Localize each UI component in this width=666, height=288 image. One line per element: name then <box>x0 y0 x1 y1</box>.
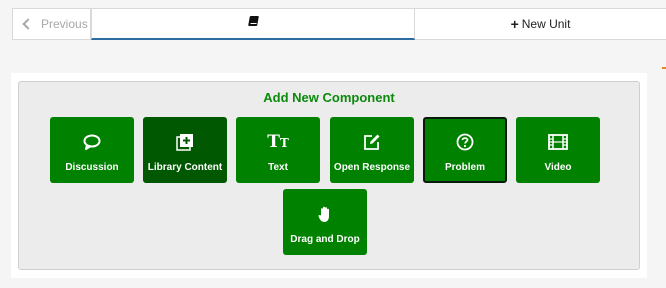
film-icon <box>548 127 568 157</box>
text-button[interactable]: TT Text <box>236 117 320 183</box>
discussion-button[interactable]: Discussion <box>50 117 134 183</box>
add-component-panel: Add New Component Discussion Library Con… <box>18 81 640 270</box>
plus-icon: + <box>510 15 519 32</box>
panel-title: Add New Component <box>263 90 395 105</box>
drag-and-drop-button[interactable]: Drag and Drop <box>283 189 367 255</box>
book-icon <box>247 16 259 26</box>
problem-label: Problem <box>444 162 485 173</box>
problem-button[interactable]: Problem <box>423 117 507 183</box>
add-component-container: Add New Component Discussion Library Con… <box>11 73 647 278</box>
add-library-icon <box>176 127 194 157</box>
text-icon: TT <box>267 131 289 152</box>
discussion-label: Discussion <box>65 162 119 173</box>
open-response-label: Open Response <box>333 162 411 173</box>
video-label: Video <box>544 162 572 173</box>
edit-icon <box>363 127 381 157</box>
previous-button[interactable]: Previous <box>12 8 91 40</box>
current-unit-tab[interactable] <box>91 8 415 40</box>
speech-bubble-icon <box>83 127 101 157</box>
previous-label: Previous <box>41 17 88 31</box>
new-unit-button[interactable]: + New Unit <box>415 8 666 40</box>
new-unit-label: New Unit <box>521 17 571 31</box>
hand-icon <box>318 199 332 229</box>
text-label: Text <box>268 162 288 173</box>
question-icon <box>456 127 474 157</box>
chevron-left-icon <box>22 18 34 30</box>
drag-and-drop-label: Drag and Drop <box>290 234 360 245</box>
status-marker <box>662 67 666 69</box>
library-content-button[interactable]: Library Content <box>143 117 227 183</box>
library-content-label: Library Content <box>147 162 223 173</box>
unit-navigation-bar: Previous + New Unit <box>12 8 666 40</box>
open-response-button[interactable]: Open Response <box>330 117 414 183</box>
video-button[interactable]: Video <box>516 117 600 183</box>
